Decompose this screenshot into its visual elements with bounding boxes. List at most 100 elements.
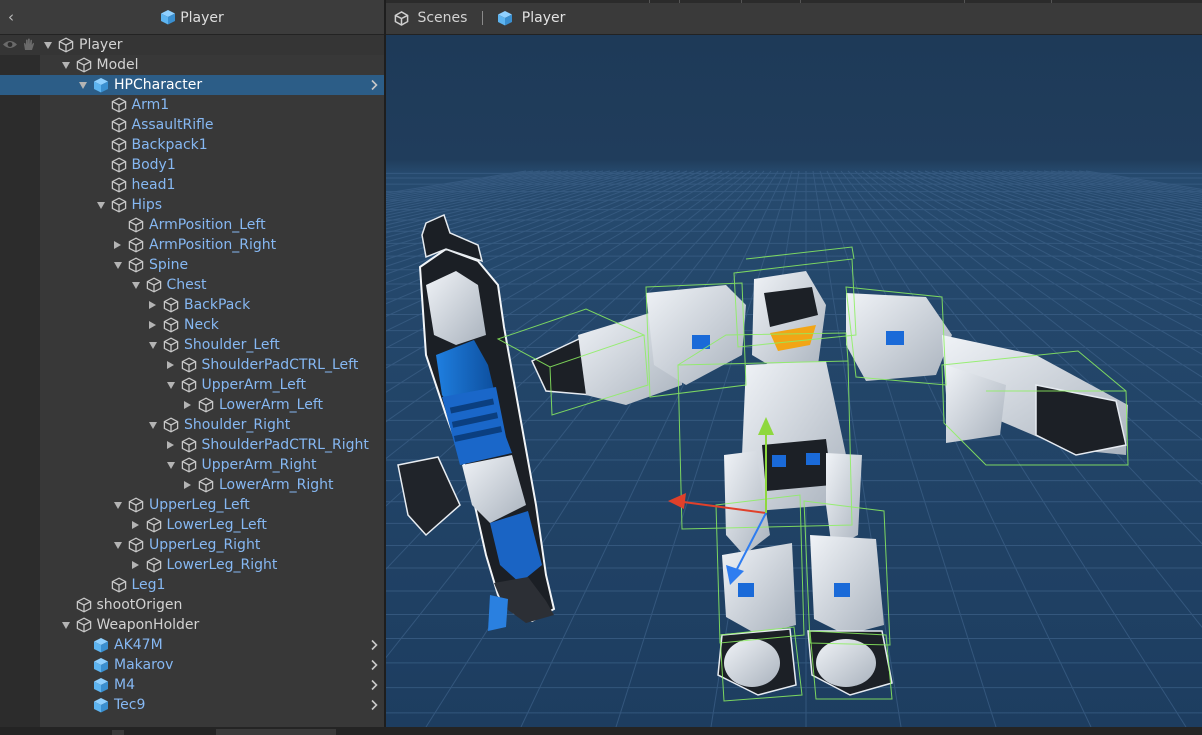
bottom-tab[interactable]: [112, 730, 124, 735]
cube-outline-icon: [111, 197, 126, 213]
cube-outline-icon: [181, 357, 196, 373]
hierarchy-row[interactable]: Shoulder_Left: [0, 335, 384, 355]
open-prefab-chevron-icon[interactable]: [370, 79, 378, 91]
hierarchy-row[interactable]: ShoulderPadCTRL_Right: [0, 435, 384, 455]
hierarchy-row[interactable]: HPCharacter: [0, 75, 384, 95]
hierarchy-row[interactable]: BackPack: [0, 295, 384, 315]
hierarchy-row[interactable]: UpperArm_Left: [0, 375, 384, 395]
collapsed-triangle-icon[interactable]: [114, 241, 121, 249]
cube-outline-icon: [58, 37, 74, 53]
hierarchy-row-label: WeaponHolder: [96, 617, 200, 633]
collapsed-triangle-icon[interactable]: [131, 561, 139, 569]
cube-outline-icon: [128, 537, 144, 553]
hierarchy-row[interactable]: Model: [0, 55, 384, 75]
expanded-triangle-icon[interactable]: [166, 382, 175, 389]
expanded-triangle-icon[interactable]: [79, 82, 87, 89]
cube-outline-icon: [111, 97, 126, 113]
cube-outline-icon: [163, 417, 179, 433]
hierarchy-row[interactable]: Neck: [0, 315, 384, 335]
hierarchy-row[interactable]: shootOrigen: [0, 595, 384, 615]
hierarchy-row[interactable]: AK47M: [0, 635, 384, 655]
hierarchy-row[interactable]: Chest: [0, 275, 384, 295]
hierarchy-row-label: HPCharacter: [114, 77, 203, 93]
hierarchy-row[interactable]: LowerArm_Right: [0, 475, 384, 495]
hierarchy-row[interactable]: AssaultRifle: [0, 115, 384, 135]
collapsed-triangle-icon[interactable]: [166, 441, 174, 449]
hierarchy-row[interactable]: Shoulder_Right: [0, 415, 384, 435]
hierarchy-row[interactable]: ArmPosition_Left: [0, 215, 384, 235]
collapsed-triangle-icon[interactable]: [149, 321, 156, 329]
collapsed-triangle-icon[interactable]: [149, 301, 156, 309]
expanded-triangle-icon[interactable]: [61, 62, 70, 69]
hierarchy-row[interactable]: head1: [0, 175, 384, 195]
cube-outline-icon: [163, 297, 179, 313]
collapsed-triangle-icon[interactable]: [166, 361, 174, 369]
expanded-triangle-icon[interactable]: [61, 622, 70, 629]
hierarchy-row[interactable]: Body1: [0, 155, 384, 175]
open-prefab-chevron-icon[interactable]: [370, 679, 378, 691]
cube-outline-icon: [76, 617, 91, 633]
hierarchy-row-label: Model: [96, 57, 139, 73]
open-prefab-chevron-icon[interactable]: [370, 699, 378, 711]
cube-outline-icon: [111, 117, 126, 133]
hierarchy-row[interactable]: Spine: [0, 255, 384, 275]
expanded-triangle-icon[interactable]: [149, 342, 157, 349]
expanded-triangle-icon[interactable]: [114, 542, 122, 549]
scene-viewport[interactable]: [386, 35, 1202, 727]
cube-outline-icon: [111, 137, 126, 153]
hierarchy-row[interactable]: WeaponHolder: [0, 615, 384, 635]
expanded-triangle-icon[interactable]: [44, 42, 52, 49]
hierarchy-row[interactable]: LowerLeg_Left: [0, 515, 384, 535]
hierarchy-row[interactable]: ArmPosition_Right: [0, 235, 384, 255]
expanded-triangle-icon[interactable]: [114, 502, 122, 509]
cube-outline-icon: [198, 397, 214, 413]
hierarchy-row-label: head1: [131, 177, 176, 193]
hierarchy-row-label: AssaultRifle: [131, 117, 214, 133]
hierarchy-row[interactable]: Makarov: [0, 655, 384, 675]
hierarchy-row[interactable]: Backpack1: [0, 135, 384, 155]
hierarchy-row[interactable]: Hips: [0, 195, 384, 215]
hierarchy-row-label: UpperLeg_Left: [149, 497, 250, 513]
bottom-tab[interactable]: [216, 729, 336, 735]
hierarchy-row[interactable]: ShoulderPadCTRL_Left: [0, 355, 384, 375]
hierarchy-panel: ‹ Player Player Model HPCharacter Arm1 Assau…: [0, 0, 384, 727]
hierarchy-row[interactable]: Arm1: [0, 95, 384, 115]
prefab-cube-icon: [94, 678, 108, 693]
expanded-triangle-icon[interactable]: [149, 422, 157, 429]
cube-outline-icon: [163, 317, 179, 333]
hierarchy-row[interactable]: LowerArm_Left: [0, 395, 384, 415]
cube-outline-icon: [111, 157, 126, 173]
prefab-cube-icon: [94, 698, 108, 713]
breadcrumb-scenes[interactable]: Scenes: [417, 8, 467, 28]
hierarchy-row-label: Arm1: [131, 97, 170, 113]
hierarchy-row-label: ShoulderPadCTRL_Left: [201, 357, 359, 373]
expanded-triangle-icon[interactable]: [131, 282, 140, 289]
collapsed-triangle-icon[interactable]: [131, 521, 139, 529]
open-prefab-chevron-icon[interactable]: [370, 639, 378, 651]
hierarchy-row[interactable]: Leg1: [0, 575, 384, 595]
hierarchy-row[interactable]: LowerLeg_Right: [0, 555, 384, 575]
hierarchy-row[interactable]: Tec9: [0, 695, 384, 715]
expanded-triangle-icon[interactable]: [96, 202, 105, 209]
cube-outline-icon: [181, 437, 196, 453]
hierarchy-row-label: Spine: [149, 257, 189, 273]
cube-outline-icon: [76, 597, 91, 613]
open-prefab-chevron-icon[interactable]: [370, 659, 378, 671]
cube-outline-icon: [198, 477, 214, 493]
hierarchy-row[interactable]: UpperLeg_Right: [0, 535, 384, 555]
breadcrumb-prefab[interactable]: Player: [522, 8, 566, 28]
collapsed-triangle-icon[interactable]: [184, 481, 191, 489]
hierarchy-row-label: LowerArm_Left: [219, 397, 324, 413]
scene-view: Scenes Player: [386, 0, 1202, 727]
hierarchy-row-label: M4: [114, 677, 135, 693]
hierarchy-row[interactable]: UpperArm_Right: [0, 455, 384, 475]
expanded-triangle-icon[interactable]: [114, 262, 122, 269]
tab-strip-edge: [386, 0, 1202, 3]
hierarchy-row[interactable]: M4: [0, 675, 384, 695]
unity-scenes-icon: [394, 10, 409, 26]
expanded-triangle-icon[interactable]: [166, 462, 175, 469]
hierarchy-row[interactable]: Player: [0, 35, 384, 55]
collapsed-triangle-icon[interactable]: [184, 401, 191, 409]
hierarchy-row[interactable]: UpperLeg_Left: [0, 495, 384, 515]
hierarchy-row-label: Shoulder_Right: [184, 417, 291, 433]
